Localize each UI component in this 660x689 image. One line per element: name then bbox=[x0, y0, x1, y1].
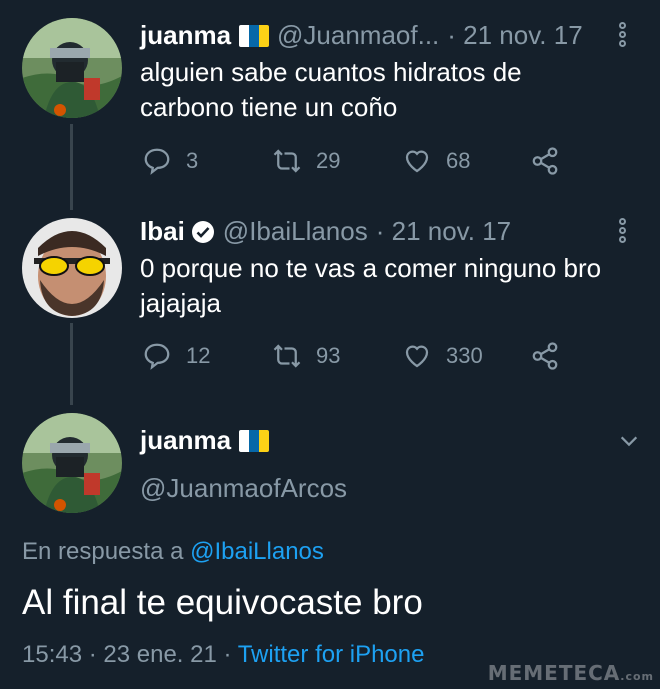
share-button[interactable] bbox=[530, 341, 574, 371]
tweet-text-line: alguien sabe cuantos hidratos de bbox=[140, 57, 522, 87]
main-author: juanma bbox=[140, 425, 277, 456]
watermark: MEMETECA.com bbox=[488, 661, 654, 685]
watermark-text: MEMETECA bbox=[487, 661, 621, 685]
reply-count: 3 bbox=[186, 148, 199, 173]
author-name[interactable]: juanma bbox=[140, 20, 231, 51]
reply-button[interactable]: 12 bbox=[142, 341, 210, 371]
like-count: 330 bbox=[446, 343, 483, 368]
more-options-icon[interactable] bbox=[619, 218, 627, 248]
retweet-icon bbox=[273, 149, 301, 173]
author-handle[interactable]: @Juanmaof... bbox=[277, 20, 439, 51]
reply-to-link[interactable]: @IbaiLlanos bbox=[190, 538, 324, 565]
retweet-icon bbox=[273, 344, 301, 368]
chevron-down-icon[interactable] bbox=[618, 430, 640, 452]
reply-prefix: En respuesta a bbox=[22, 538, 184, 565]
like-count: 68 bbox=[446, 148, 471, 173]
reply-icon bbox=[144, 343, 170, 370]
tweet-text-line: 0 porque no te vas a comer ninguno bro bbox=[140, 253, 602, 283]
tweet-header: Ibai @IbaiLlanos · 21 nov. 17 bbox=[140, 216, 511, 247]
tweet-timestamp[interactable]: 15:43 · 23 ene. 21 · bbox=[22, 641, 231, 668]
verified-badge-icon bbox=[191, 220, 214, 243]
reply-button[interactable]: 3 bbox=[142, 146, 198, 176]
author-name[interactable]: Ibai bbox=[140, 216, 185, 247]
like-button[interactable]: 68 bbox=[402, 146, 470, 176]
tweet-actions: 12 93 330 bbox=[0, 340, 660, 372]
tweet-header: juanma @Juanmaof... · 21 nov. 17 bbox=[140, 20, 583, 51]
avatar-juanma-image bbox=[22, 18, 122, 118]
tweet-text: 0 porque no te vas a comer ninguno bro j… bbox=[140, 251, 601, 321]
tweet-text-line: carbono tiene un coño bbox=[140, 92, 398, 122]
author-handle[interactable]: @IbaiLlanos bbox=[223, 216, 368, 247]
avatar[interactable] bbox=[22, 18, 122, 118]
like-button[interactable]: 330 bbox=[402, 341, 483, 371]
tweet-date[interactable]: · 21 nov. 17 bbox=[376, 216, 511, 247]
author-handle[interactable]: @JuanmaofArcos bbox=[140, 473, 347, 504]
share-button[interactable] bbox=[530, 146, 574, 176]
tweet-meta: 15:43 · 23 ene. 21 · Twitter for iPhone bbox=[22, 641, 424, 669]
client-link[interactable]: Twitter for iPhone bbox=[238, 641, 425, 668]
retweet-button[interactable]: 29 bbox=[272, 146, 340, 176]
retweet-count: 29 bbox=[316, 148, 341, 173]
watermark-suffix: .com bbox=[620, 670, 654, 683]
reply-context: En respuesta a @IbaiLlanos bbox=[22, 538, 324, 566]
tweet-text-line: jajajaja bbox=[140, 288, 221, 318]
canary-islands-flag-icon bbox=[239, 429, 270, 452]
tweet-actions: 3 29 68 bbox=[0, 145, 660, 177]
reply-icon bbox=[144, 148, 170, 175]
retweet-count: 93 bbox=[316, 343, 341, 368]
heart-icon bbox=[405, 345, 429, 368]
canary-islands-flag-icon bbox=[239, 24, 270, 47]
share-icon bbox=[532, 342, 558, 370]
avatar[interactable] bbox=[22, 218, 122, 318]
heart-icon bbox=[405, 150, 429, 173]
share-icon bbox=[532, 147, 558, 175]
avatar-ibai-image bbox=[22, 218, 122, 318]
tweet-thread: juanma @Juanmaof... · 21 nov. 17 alguien… bbox=[0, 0, 660, 689]
more-options-icon[interactable] bbox=[619, 22, 627, 52]
reply-count: 12 bbox=[186, 343, 211, 368]
avatar-juanma-image bbox=[22, 413, 122, 513]
author-name[interactable]: juanma bbox=[140, 425, 231, 456]
avatar[interactable] bbox=[22, 413, 122, 513]
tweet-text: alguien sabe cuantos hidratos de carbono… bbox=[140, 55, 522, 125]
retweet-button[interactable]: 93 bbox=[272, 341, 340, 371]
tweet-date[interactable]: · 21 nov. 17 bbox=[447, 20, 582, 51]
main-tweet-text: Al final te equivocaste bro bbox=[22, 583, 423, 622]
